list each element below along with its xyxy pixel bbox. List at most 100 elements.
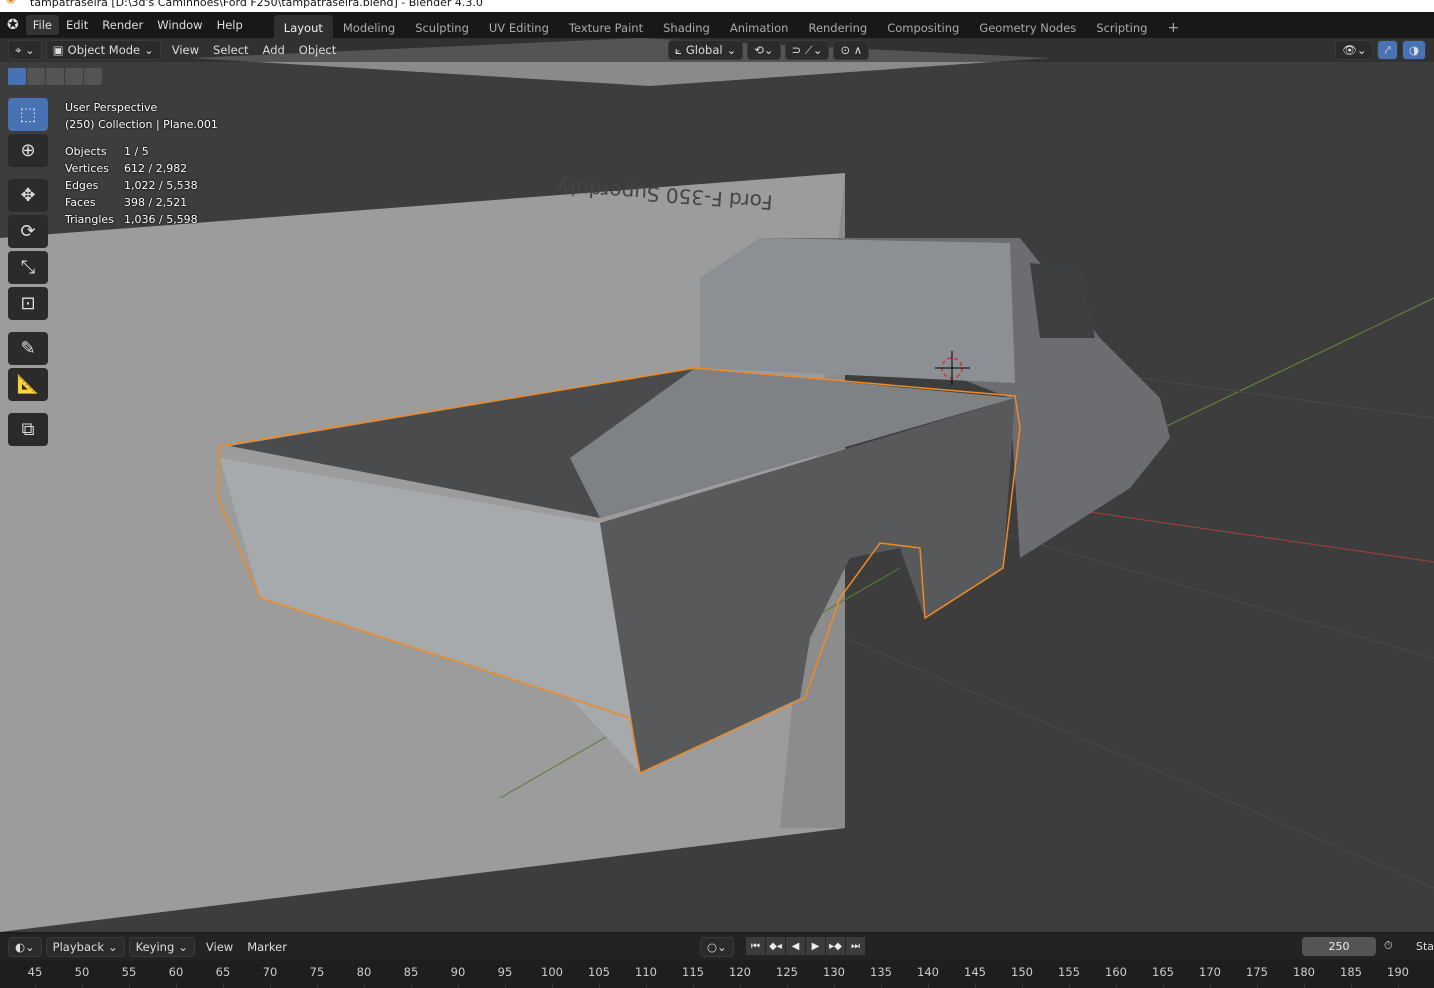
timeline-menu-view[interactable]: View	[199, 938, 240, 956]
timeline-editor-type-button[interactable]: ◐⌄	[8, 937, 42, 957]
viewport-info-overlay: User Perspective (250) Collection | Plan…	[65, 99, 218, 228]
viewport-header: ⌖ ⌄ ▣ Object Mode ⌄ View Select Add Objec…	[0, 38, 1434, 62]
select-new-icon[interactable]	[8, 68, 26, 85]
frame-tick-mark	[458, 982, 459, 988]
tab-uv-editing[interactable]: UV Editing	[479, 15, 559, 39]
play-reverse-icon[interactable]: ◀	[786, 937, 805, 955]
frame-tick-mark	[599, 982, 600, 988]
tab-rendering[interactable]: Rendering	[798, 15, 877, 39]
stat-objects: Objects 1 / 5	[65, 143, 218, 160]
keying-dropdown[interactable]: Keying ⌄	[128, 937, 195, 957]
timeline-ruler[interactable]: 45 50 55 60 65 70 75 80 85 90 95 100 105 110 115 120 125…	[0, 960, 1434, 988]
stat-value: 1,022 / 5,538	[124, 179, 198, 192]
frame-tick-label: 75	[309, 965, 325, 979]
tab-modeling[interactable]: Modeling	[333, 15, 405, 39]
playback-dropdown[interactable]: Playback ⌄	[45, 937, 125, 957]
frame-tick-label: 175	[1246, 965, 1268, 979]
tab-geometry-nodes[interactable]: Geometry Nodes	[969, 15, 1086, 39]
frame-tick-mark	[1116, 982, 1117, 988]
menu-edit[interactable]: Edit	[59, 15, 95, 35]
select-subtract-icon[interactable]	[46, 68, 64, 85]
frame-tick-label: 170	[1199, 965, 1221, 979]
snap-toggle[interactable]: ⊃ ⟋⌄	[784, 40, 830, 60]
orientation-label: Global	[685, 43, 723, 57]
auto-keying-toggle[interactable]: ○⌄	[700, 937, 734, 957]
tab-scripting[interactable]: Scripting	[1086, 15, 1157, 39]
frame-tick-mark	[1210, 982, 1211, 988]
playback-label: Playback	[52, 940, 104, 954]
stat-value: 1,036 / 5,598	[124, 213, 198, 226]
timeline-menu-marker[interactable]: Marker	[240, 938, 294, 956]
frame-tick-mark	[740, 982, 741, 988]
mode-dropdown[interactable]: ▣ Object Mode ⌄	[45, 40, 161, 60]
menu-render[interactable]: Render	[95, 15, 150, 35]
frame-tick-mark	[693, 982, 694, 988]
gizmo-toggle[interactable]: ⤤	[1377, 40, 1398, 60]
keying-label: Keying	[135, 940, 175, 954]
menu-add[interactable]: Add	[256, 41, 292, 59]
tab-shading[interactable]: Shading	[653, 15, 720, 39]
frame-tick-mark	[270, 982, 271, 988]
menu-help[interactable]: Help	[210, 15, 250, 35]
frame-tick-label: 155	[1058, 965, 1080, 979]
add-cube-icon[interactable]: ⧉	[8, 413, 48, 446]
select-intersect-icon[interactable]	[84, 68, 102, 85]
frame-tick-label: 90	[450, 965, 466, 979]
frame-tick-mark	[1069, 982, 1070, 988]
move-icon[interactable]: ✥	[8, 179, 48, 212]
menu-select[interactable]: Select	[206, 41, 255, 59]
measure-icon[interactable]: 📐	[8, 368, 48, 401]
transform-icon[interactable]: ⊡	[8, 287, 48, 320]
frame-tick-label: 180	[1293, 965, 1315, 979]
scene-statistics: Objects 1 / 5 Vertices 612 / 2,982 Edges 1,…	[65, 143, 218, 228]
menu-object[interactable]: Object	[292, 41, 343, 59]
frame-tick-mark	[411, 982, 412, 988]
object-mode-icon: ▣	[52, 43, 64, 57]
jump-start-icon[interactable]: ⏮	[746, 937, 765, 955]
menu-file[interactable]: File	[25, 15, 59, 35]
frame-tick-mark	[834, 982, 835, 988]
tab-compositing[interactable]: Compositing	[877, 15, 969, 39]
transform-orientation-dropdown[interactable]: ⟀ Global ⌄	[668, 40, 744, 60]
blender-menu-icon[interactable]: ✪	[0, 14, 26, 36]
mode-label: Object Mode	[67, 43, 141, 57]
overlays-toggle[interactable]: ◑	[1401, 40, 1426, 60]
stat-value: 1 / 5	[124, 145, 149, 158]
proportional-edit-toggle[interactable]: ⊙ ∧	[833, 40, 870, 60]
jump-end-icon[interactable]: ⏭	[846, 937, 865, 955]
menu-view[interactable]: View	[165, 41, 206, 59]
cursor-icon[interactable]: ⊕	[8, 134, 48, 167]
select-extend-icon[interactable]	[27, 68, 45, 85]
select-box-icon[interactable]: ⬚	[8, 98, 48, 131]
stat-label: Vertices	[65, 162, 109, 175]
frame-tick-label: 95	[497, 965, 513, 979]
frame-tick-mark	[176, 982, 177, 988]
stat-label: Faces	[65, 196, 96, 209]
visibility-selectability-dropdown[interactable]: 👁⌄	[1335, 40, 1374, 60]
prev-keyframe-icon[interactable]: ◆◂	[766, 937, 785, 955]
orientation-icon: ⟀	[675, 42, 682, 57]
tab-texture-paint[interactable]: Texture Paint	[559, 15, 653, 39]
editor-type-button[interactable]: ⌖ ⌄	[8, 40, 42, 60]
tab-sculpting[interactable]: Sculpting	[405, 15, 479, 39]
stopwatch-icon[interactable]: ⏱	[1384, 939, 1393, 953]
select-invert-icon[interactable]	[65, 68, 83, 85]
tab-animation[interactable]: Animation	[720, 15, 799, 39]
stat-edges: Edges 1,022 / 5,538	[65, 177, 218, 194]
menu-window[interactable]: Window	[150, 15, 209, 35]
frame-tick-mark	[223, 982, 224, 988]
pivot-point-dropdown[interactable]: ⟲⌄	[747, 40, 781, 60]
next-keyframe-icon[interactable]: ▸◆	[826, 937, 845, 955]
tab-layout[interactable]: Layout	[273, 15, 333, 39]
scale-icon[interactable]: ⤡	[8, 251, 48, 284]
add-workspace-button[interactable]: +	[1157, 14, 1189, 40]
stat-faces: Faces 398 / 2,521	[65, 194, 218, 211]
selection-mode-buttons	[8, 68, 102, 85]
current-frame-field[interactable]: 250	[1302, 937, 1376, 956]
play-icon[interactable]: ▶	[806, 937, 825, 955]
stat-label: Edges	[65, 179, 99, 192]
rotate-icon[interactable]: ⟳	[8, 215, 48, 248]
start-frame-label[interactable]: Sta	[1416, 940, 1434, 953]
frame-tick-label: 60	[168, 965, 184, 979]
annotate-icon[interactable]: ✎	[8, 332, 48, 365]
